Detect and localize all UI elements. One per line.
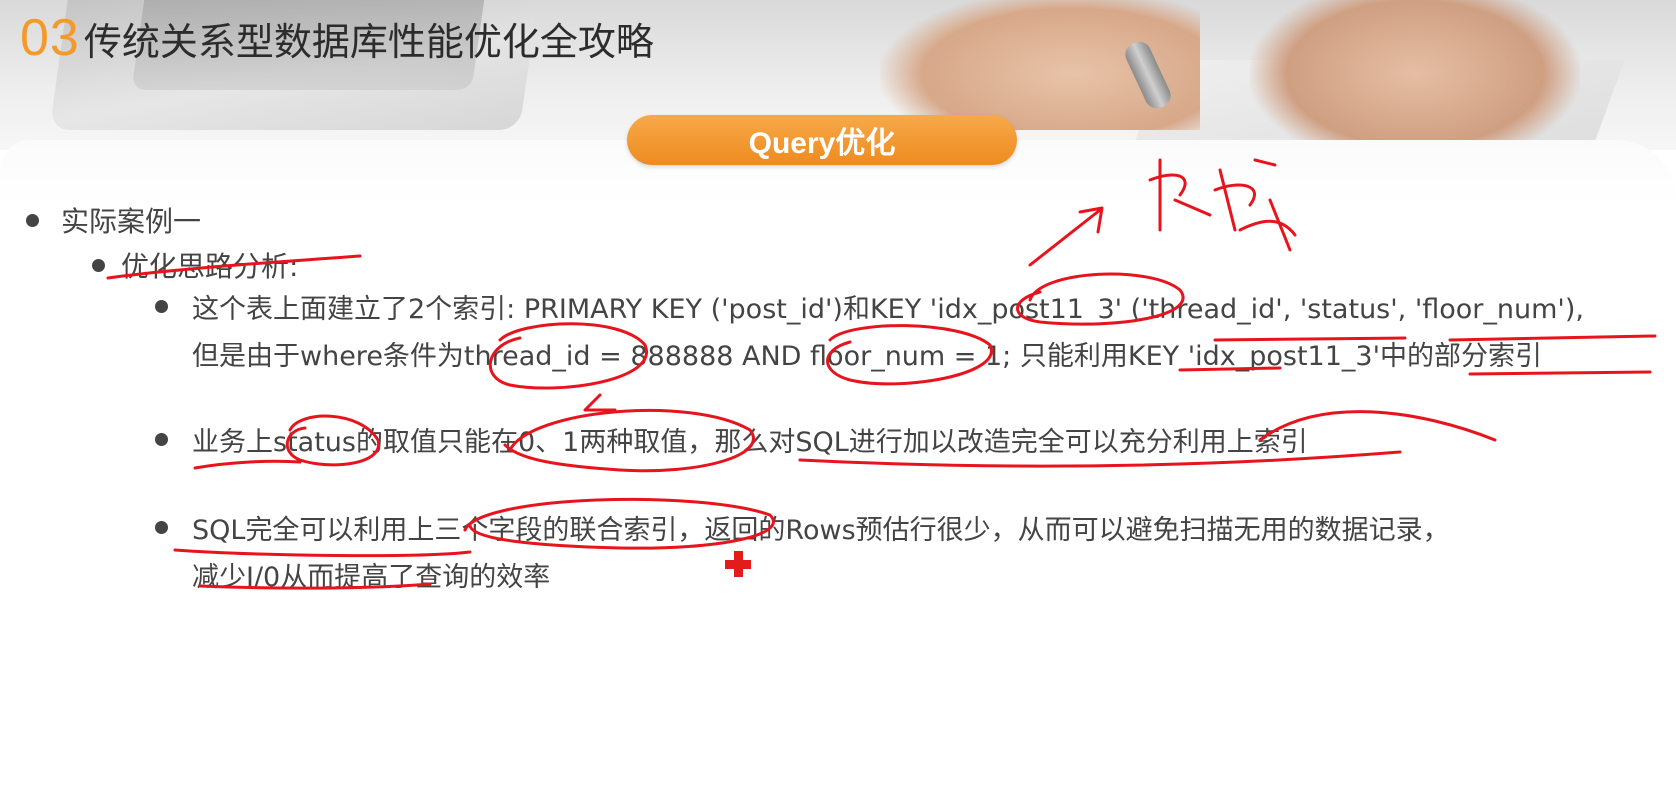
bullet-dot-icon bbox=[155, 300, 168, 313]
section-number: 03 bbox=[20, 9, 80, 67]
level1-text: 实际案例一 bbox=[61, 205, 202, 238]
bullet-dot-icon bbox=[26, 213, 39, 227]
list-item: 业务上status的取值只能在0、1两种取值，那么对SQL进行加以改造完全可以充… bbox=[192, 419, 1308, 466]
title-text: 传统关系型数据库性能优化全攻略 bbox=[83, 20, 654, 64]
list-item: SQL完全可以利用上三个字段的联合索引，返回的Rows预估行很少，从而可以避免扫… bbox=[192, 507, 1450, 601]
bullet-dot-icon bbox=[155, 433, 168, 446]
slide-title: 03 传统关系型数据库性能优化全攻略 bbox=[20, 8, 654, 68]
item1-line2: 但是由于where条件为thread_id = 888888 AND floor… bbox=[192, 341, 1543, 372]
item1-line1: 这个表上面建立了2个索引: PRIMARY KEY ('post_id')和KE… bbox=[192, 294, 1584, 325]
item3-line1: SQL完全可以利用上三个字段的联合索引，返回的Rows预估行很少，从而可以避免扫… bbox=[192, 515, 1450, 546]
level2-text: 优化思路分析: bbox=[121, 250, 299, 283]
content-card bbox=[0, 140, 1676, 809]
red-cross-cursor-icon bbox=[725, 551, 751, 577]
bullet-level2: 优化思路分析: bbox=[92, 244, 298, 286]
bullet-dot-icon bbox=[155, 521, 168, 534]
item2-line1: 业务上status的取值只能在0、1两种取值，那么对SQL进行加以改造完全可以充… bbox=[192, 427, 1308, 458]
right-hand-image bbox=[1250, 0, 1580, 150]
bullet-dot-icon bbox=[92, 258, 105, 272]
item3-line2: 减少I/0从而提高了查询的效率 bbox=[192, 562, 551, 593]
list-item: 这个表上面建立了2个索引: PRIMARY KEY ('post_id')和KE… bbox=[192, 286, 1584, 380]
bullet-level1: 实际案例一 bbox=[26, 200, 201, 240]
query-optimization-pill: Query优化 bbox=[627, 115, 1017, 165]
